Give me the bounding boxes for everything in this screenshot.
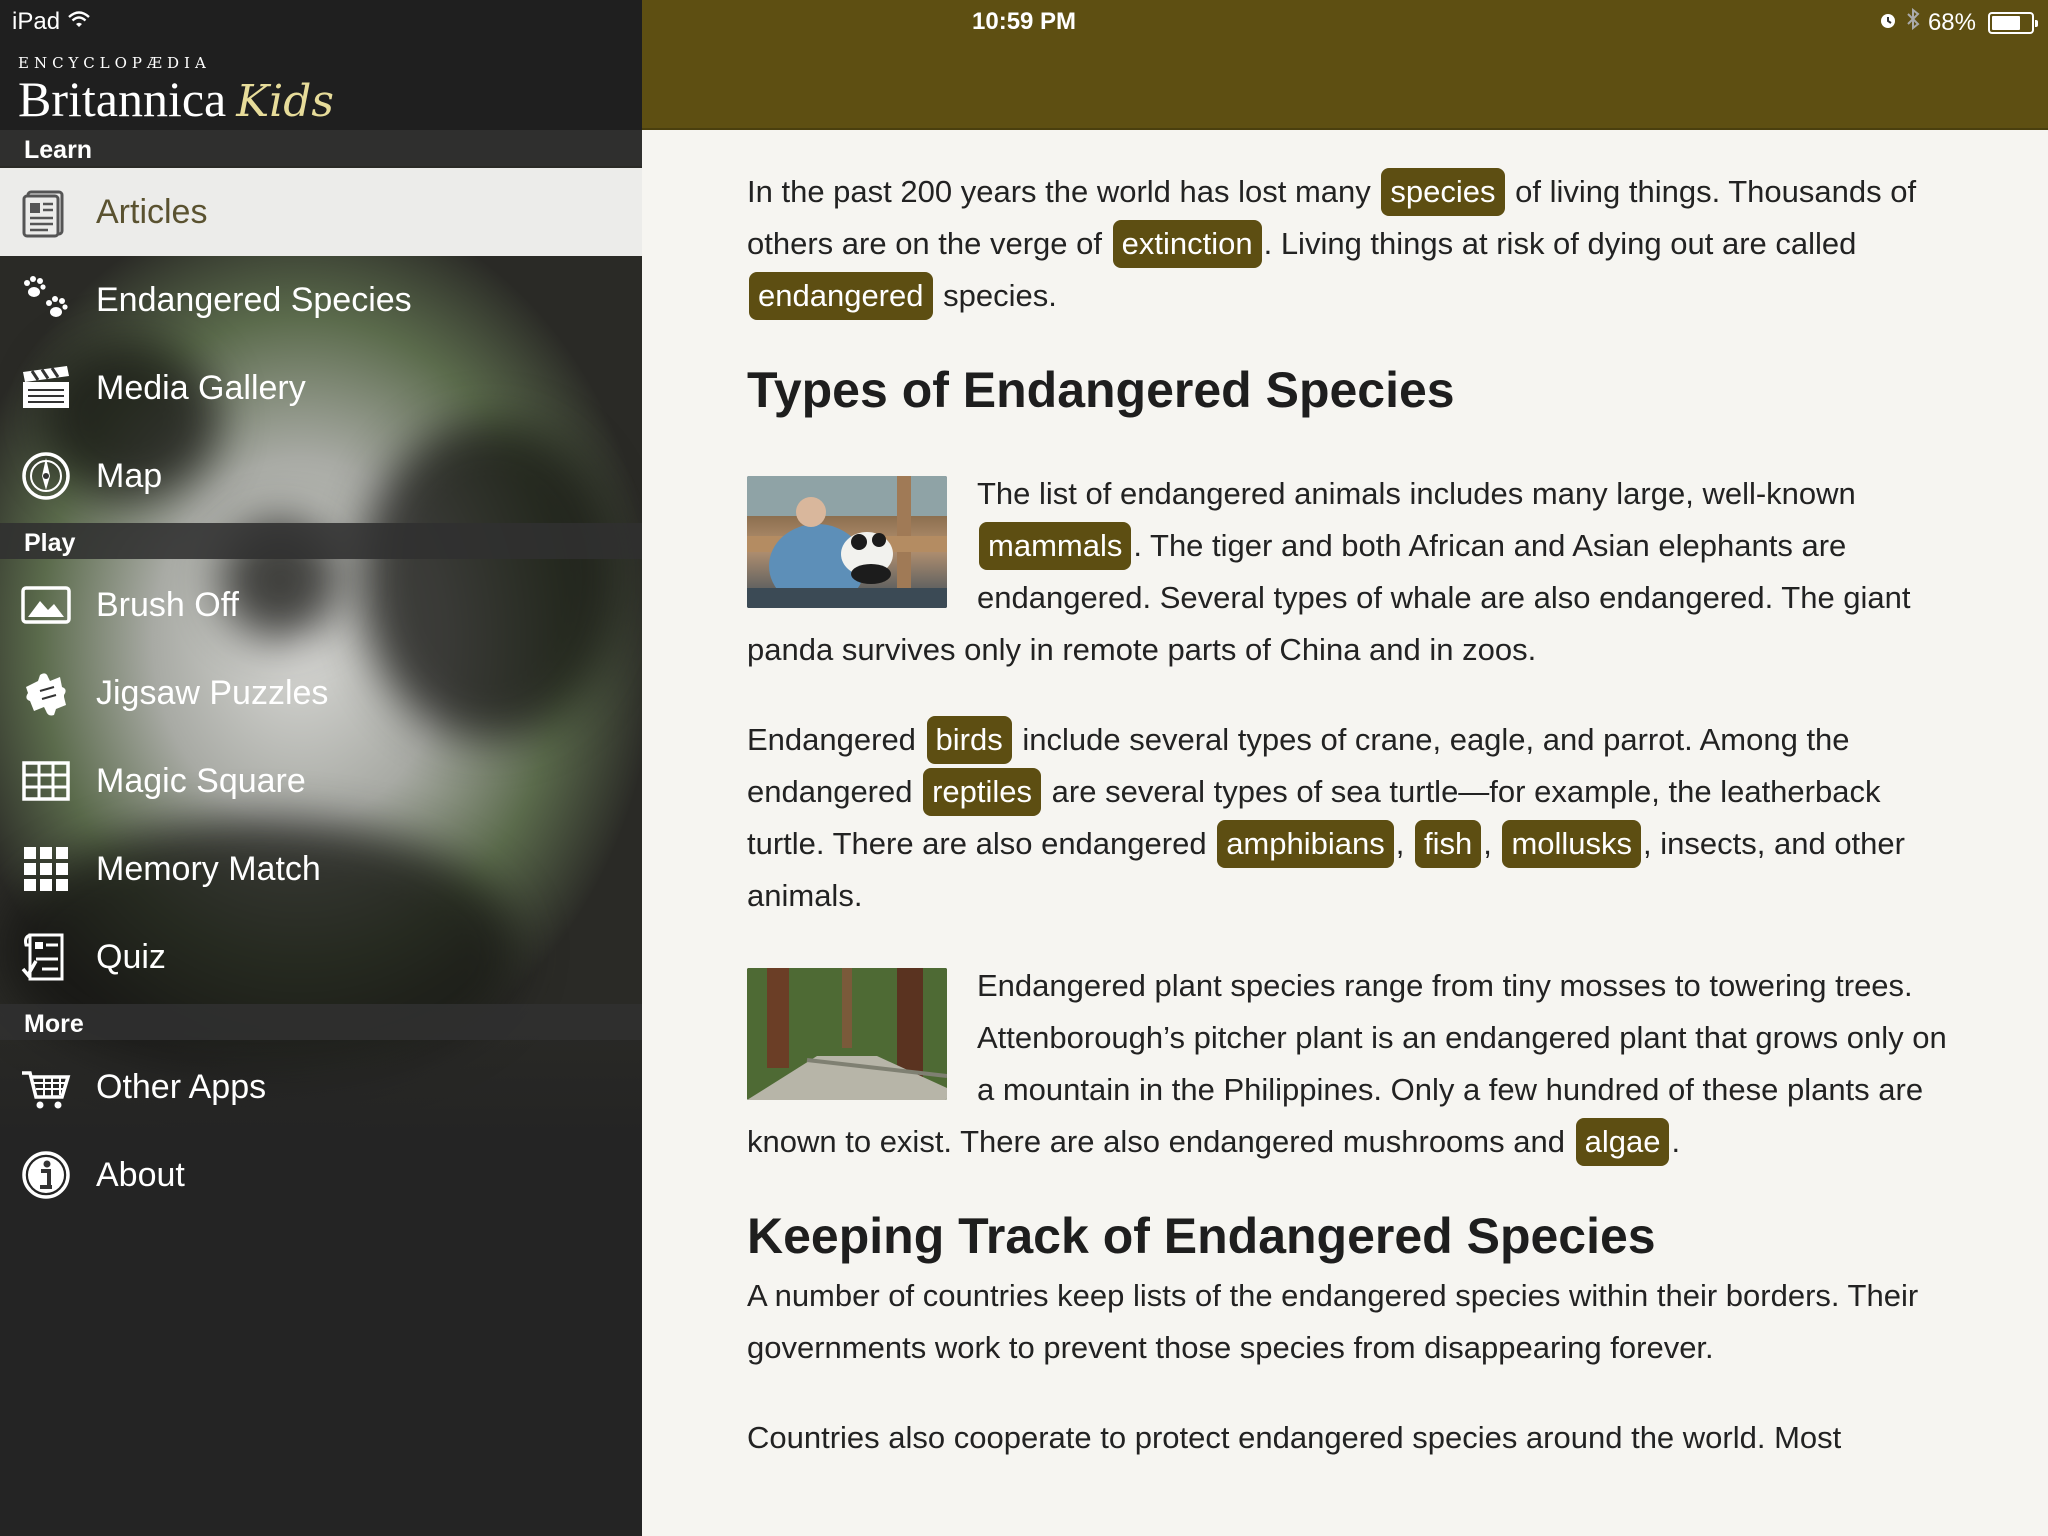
sidebar-item-memory-match[interactable]: Memory Match <box>0 825 642 913</box>
compass-icon <box>18 448 74 504</box>
sidebar-item-label: Magic Square <box>96 761 306 800</box>
term-link-mammals[interactable]: mammals <box>979 522 1132 570</box>
paragraph-intro: In the past 200 years the world has lost… <box>747 166 1957 322</box>
paragraph-lists: A number of countries keep lists of the … <box>747 1278 1919 1365</box>
term-link-birds[interactable]: birds <box>926 716 1012 764</box>
sidebar-item-label: Media Gallery <box>96 368 306 407</box>
sidebar-item-brush-off[interactable]: Brush Off <box>0 561 642 649</box>
panda-photo[interactable] <box>747 476 947 608</box>
term-link-mollusks[interactable]: mollusks <box>1502 820 1642 868</box>
article-icon <box>18 184 74 240</box>
battery-percent: 68% <box>1927 8 1976 36</box>
sidebar-item-other-apps[interactable]: Other Apps <box>0 1043 642 1131</box>
forest-photo[interactable] <box>747 968 947 1100</box>
status-bar: iPad 10:59 PM 68% <box>0 0 2048 44</box>
grid-icon <box>18 753 74 809</box>
section-play: Play <box>0 523 642 559</box>
article-content[interactable]: In the past 200 years the world has lost… <box>642 130 2048 1536</box>
sidebar-item-label: Quiz <box>96 937 166 976</box>
paw-prints-icon <box>18 272 74 328</box>
clapperboard-icon <box>18 360 74 416</box>
term-link-fish[interactable]: fish <box>1414 820 1482 868</box>
paragraph-cooperate: Countries also cooperate to protect enda… <box>747 1420 1842 1455</box>
sidebar-item-about[interactable]: About <box>0 1131 642 1219</box>
bluetooth-icon <box>1906 7 1920 37</box>
quiz-icon <box>18 929 74 985</box>
sidebar-item-media-gallery[interactable]: Media Gallery <box>0 344 642 432</box>
paragraph-mammals: The list of endangered animals includes … <box>747 476 1911 667</box>
alarm-icon <box>1878 9 1898 37</box>
britannica-kids-logo[interactable]: ENCYCLOPÆDIA Britannica Kids <box>18 54 334 129</box>
heading-keeping-track: Keeping Track of Endangered Species <box>747 1208 1656 1264</box>
tiles-icon <box>18 841 74 897</box>
paragraph-plants: Endangered plant species range from tiny… <box>747 960 1957 1168</box>
sidebar-item-label: Memory Match <box>96 849 321 888</box>
sidebar-item-quiz[interactable]: Quiz <box>0 913 642 1001</box>
term-link-amphibians[interactable]: amphibians <box>1217 820 1394 868</box>
term-link-reptiles[interactable]: reptiles <box>923 768 1042 816</box>
sidebar-item-label: Jigsaw Puzzles <box>96 673 329 712</box>
term-link-algae[interactable]: algae <box>1575 1118 1670 1166</box>
paragraph-birds: Endangered birds include several types o… <box>747 714 1957 922</box>
sidebar-item-endangered-species[interactable]: Endangered Species <box>0 256 642 344</box>
sidebar-item-articles[interactable]: Articles <box>0 168 642 256</box>
clock: 10:59 PM <box>972 8 1077 35</box>
puzzle-icon <box>18 665 74 721</box>
cart-icon <box>18 1059 74 1115</box>
picture-icon <box>18 577 74 633</box>
term-link-species[interactable]: species <box>1381 168 1505 216</box>
section-learn: Learn <box>0 130 642 166</box>
device-name: iPad <box>12 8 61 35</box>
article-body: In the past 200 years the world has lost… <box>747 166 1957 1502</box>
sidebar-item-label: Map <box>96 456 163 495</box>
sidebar-item-jigsaw-puzzles[interactable]: Jigsaw Puzzles <box>0 649 642 737</box>
sidebar-item-label: Articles <box>96 192 208 231</box>
sidebar-item-label: Other Apps <box>96 1067 267 1106</box>
sidebar-item-magic-square[interactable]: Magic Square <box>0 737 642 825</box>
info-icon <box>18 1147 74 1203</box>
battery-icon <box>1988 11 2038 34</box>
sidebar-item-label: About <box>96 1155 185 1194</box>
wifi-icon <box>68 8 90 36</box>
sidebar-item-label: Endangered Species <box>96 280 412 319</box>
sidebar-item-label: Brush Off <box>96 585 239 624</box>
sidebar-item-map[interactable]: Map <box>0 432 642 520</box>
section-more: More <box>0 1004 642 1040</box>
term-link-extinction[interactable]: extinction <box>1112 220 1262 268</box>
heading-types: Types of Endangered Species <box>747 362 1455 418</box>
term-link-endangered[interactable]: endangered <box>749 272 933 320</box>
sidebar: ENCYCLOPÆDIA Britannica Kids Learn Articl… <box>0 0 642 1536</box>
